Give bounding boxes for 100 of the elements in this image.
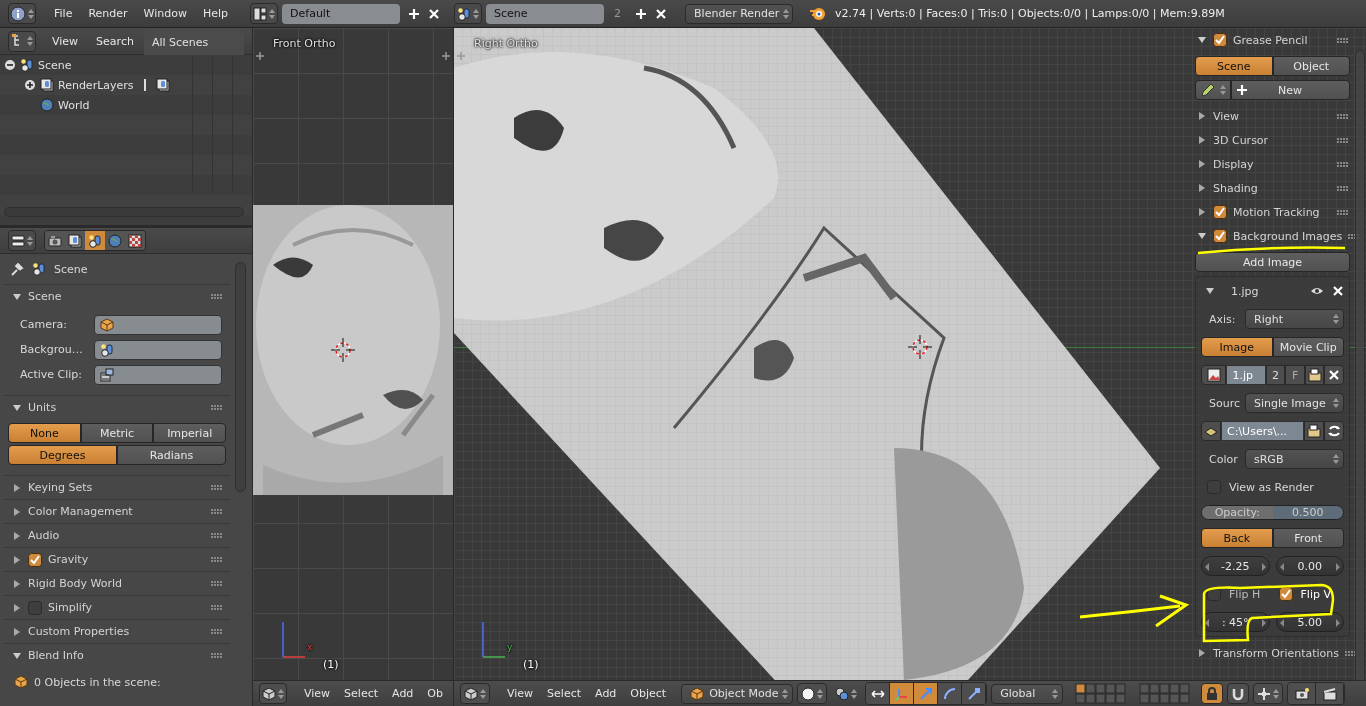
- cube-icon: [14, 675, 28, 689]
- snap-target-dropdown[interactable]: [1253, 683, 1284, 704]
- editor-type-button[interactable]: [8, 30, 36, 52]
- collapse-triangle-icon[interactable]: [12, 402, 22, 413]
- axes-gizmo-icon: [280, 620, 306, 660]
- editor-type-button[interactable]: [460, 683, 490, 704]
- collapse-triangle-icon[interactable]: [12, 291, 22, 302]
- scene-field[interactable]: [94, 339, 222, 360]
- translate-toggle[interactable]: [914, 683, 939, 704]
- panel-header[interactable]: Rigid Body World: [28, 577, 205, 590]
- panel-header[interactable]: Keying Sets: [28, 481, 205, 494]
- updown-arrows-icon: [473, 8, 480, 19]
- close-icon[interactable]: [428, 7, 441, 20]
- scale-toggle[interactable]: [962, 683, 987, 704]
- display-mode-tab[interactable]: All Scenes: [143, 30, 244, 55]
- render-engine-dropdown[interactable]: Blender Render: [685, 3, 794, 24]
- mode-dropdown[interactable]: Object Mode: [681, 683, 794, 704]
- unit-toggle-button[interactable]: Metric: [80, 423, 154, 443]
- menu-item[interactable]: Search: [88, 34, 142, 48]
- expand-toggle-icon[interactable]: [24, 79, 36, 91]
- checkbox[interactable]: [28, 600, 42, 615]
- properties-tab[interactable]: [85, 231, 105, 250]
- menu-item[interactable]: Help: [194, 7, 237, 20]
- properties-tab[interactable]: [65, 231, 85, 250]
- menu-item[interactable]: File: [46, 7, 81, 20]
- clip-field[interactable]: [94, 364, 222, 385]
- panel-header[interactable]: Simplify: [48, 601, 205, 614]
- properties-tab[interactable]: [105, 231, 125, 250]
- panel-header[interactable]: Scene: [28, 290, 205, 303]
- manipulator-toggle[interactable]: [866, 683, 891, 704]
- panel-header[interactable]: Units: [28, 401, 205, 414]
- grip-icon: [211, 605, 222, 610]
- menu-item[interactable]: Add: [385, 687, 421, 700]
- scale-icon: [966, 686, 981, 701]
- grip-icon: [211, 405, 222, 410]
- properties-tab[interactable]: [45, 231, 65, 250]
- expand-triangle-icon[interactable]: [12, 602, 22, 613]
- tree-item[interactable]: World: [58, 98, 90, 112]
- unit-toggle-button[interactable]: Radians: [117, 445, 226, 465]
- lock-toggle[interactable]: [1201, 683, 1224, 704]
- menu-item[interactable]: Window: [135, 7, 195, 20]
- menu-item[interactable]: View: [500, 687, 541, 700]
- panel-header[interactable]: Blend Info: [28, 649, 205, 662]
- menu-item[interactable]: Add: [588, 687, 624, 700]
- updown-arrows-icon: [1052, 688, 1059, 699]
- menu-item[interactable]: Object: [623, 687, 674, 700]
- clapper-icon: [1322, 686, 1337, 701]
- info-text: 0 Objects in the scene:: [34, 675, 161, 689]
- rotate-icon: [942, 686, 957, 701]
- field-label: Backgrou…: [20, 343, 84, 356]
- layer-button[interactable]: [1075, 683, 1086, 693]
- panel-header[interactable]: Gravity: [48, 553, 205, 566]
- checkbox[interactable]: [28, 552, 42, 567]
- panel-header[interactable]: Custom Properties: [28, 625, 205, 638]
- editor-type-button[interactable]: [8, 230, 36, 251]
- expand-triangle-icon[interactable]: [12, 554, 22, 565]
- editor-type-button[interactable]: [259, 683, 287, 704]
- menu-item[interactable]: View: [44, 34, 87, 48]
- collapse-toggle-icon[interactable]: [4, 59, 16, 71]
- menu-item[interactable]: Render: [80, 7, 136, 20]
- unit-toggle-button[interactable]: Degrees: [8, 445, 117, 465]
- menu-item[interactable]: View: [297, 687, 338, 700]
- panel-header[interactable]: Audio: [28, 529, 205, 542]
- snap-toggle[interactable]: [1227, 683, 1250, 704]
- render-animation-button[interactable]: [1316, 683, 1345, 704]
- panel-header[interactable]: Color Management: [28, 505, 205, 518]
- expand-triangle-icon[interactable]: [12, 506, 22, 517]
- scene-field[interactable]: Scene: [486, 3, 605, 24]
- orientation-dropdown[interactable]: Global: [991, 683, 1064, 704]
- grip-icon: [211, 581, 222, 586]
- expand-triangle-icon[interactable]: [12, 578, 22, 589]
- camera-icon: [1294, 686, 1309, 701]
- scrollbar[interactable]: [235, 262, 246, 492]
- scene-icon: [32, 262, 46, 276]
- camera-field[interactable]: [94, 314, 222, 335]
- expand-triangle-icon[interactable]: [12, 530, 22, 541]
- pivot-icon: [835, 686, 850, 701]
- properties-tab[interactable]: [125, 231, 145, 250]
- scene-selector-button[interactable]: [454, 3, 483, 24]
- unit-toggle-button[interactable]: None: [8, 423, 81, 443]
- updown-arrows-icon: [278, 688, 284, 699]
- rotate-toggle[interactable]: [938, 683, 963, 704]
- info-editor-button[interactable]: [8, 3, 36, 24]
- menu-item[interactable]: Ob: [420, 687, 450, 700]
- collapse-triangle-icon[interactable]: [12, 650, 22, 661]
- screen-layout-button[interactable]: [250, 3, 279, 24]
- screen-layout-field[interactable]: Default: [282, 3, 401, 24]
- axes-toggle[interactable]: [890, 683, 915, 704]
- close-icon[interactable]: [655, 7, 668, 20]
- expand-triangle-icon[interactable]: [12, 482, 22, 493]
- menu-item[interactable]: Select: [540, 687, 589, 700]
- unit-toggle-button[interactable]: Imperial: [153, 423, 226, 443]
- menu-item[interactable]: Select: [337, 687, 386, 700]
- tree-item[interactable]: Scene: [38, 58, 72, 72]
- grip-icon: [211, 653, 222, 658]
- shading-dropdown[interactable]: [797, 683, 828, 704]
- expand-triangle-icon[interactable]: [12, 626, 22, 637]
- tree-item[interactable]: RenderLayers: [58, 78, 134, 92]
- pin-icon[interactable]: [10, 262, 24, 276]
- render-button[interactable]: [1288, 683, 1317, 704]
